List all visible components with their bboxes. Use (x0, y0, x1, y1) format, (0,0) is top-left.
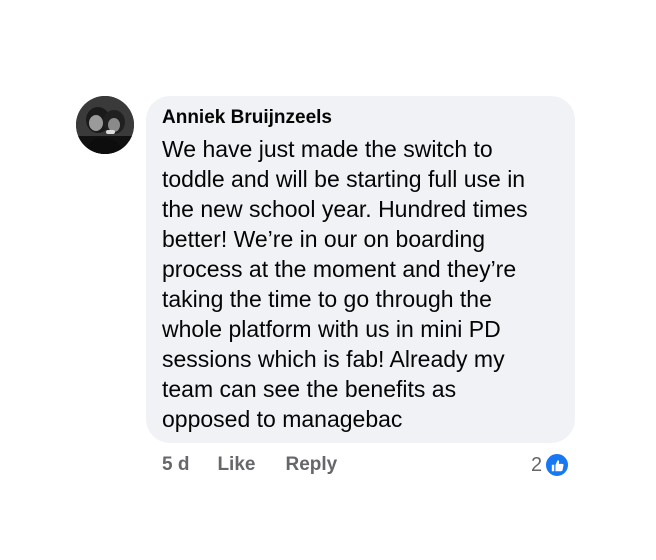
comment-line: taking the time to go through the (162, 286, 492, 312)
comment-timestamp[interactable]: 5 d (162, 454, 189, 476)
comment-line: process at the moment and they’re (162, 256, 517, 282)
reaction-summary[interactable]: 2 (531, 451, 571, 479)
reaction-count: 2 (531, 453, 543, 476)
comment-bubble: Anniek Bruijnzeels We have just made the… (146, 96, 575, 443)
profile-photo-icon (76, 96, 134, 154)
comment-line: the new school year. Hundred times (162, 196, 528, 222)
comment-line: toddle and will be starting full use in (162, 166, 526, 192)
like-button[interactable]: Like (217, 454, 255, 476)
comment-line: better! We’re in our on boarding (162, 226, 486, 252)
comment-author[interactable]: Anniek Bruijnzeels (162, 106, 559, 130)
comment-line: We have just made the switch to (162, 136, 493, 162)
comment-line: opposed to managebac (162, 406, 403, 432)
avatar[interactable] (76, 96, 134, 154)
comment-actions: 5 d Like Reply (162, 452, 337, 478)
comment-line: sessions which is fab! Already my (162, 346, 505, 372)
thumbs-up-icon (544, 452, 571, 478)
comment-line: team can see the benefits as (162, 376, 457, 402)
reply-button[interactable]: Reply (285, 454, 337, 476)
comment-text: We have just made the switch to toddle a… (162, 134, 559, 434)
comment-line: whole platform with us in mini PD (162, 316, 501, 342)
